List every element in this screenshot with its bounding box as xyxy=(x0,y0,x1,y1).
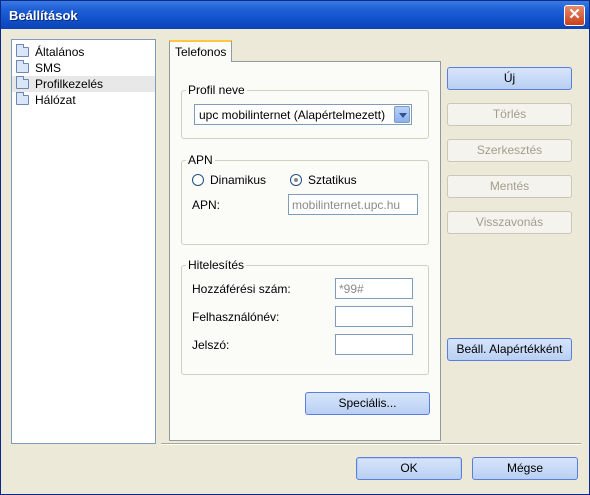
radio-button[interactable] xyxy=(290,174,302,186)
new-button[interactable]: Új xyxy=(447,67,572,90)
apn-group: APN Dinamikus Sztatikus APN: mobilintern… xyxy=(181,153,429,245)
group-title: Hitelesítés xyxy=(186,258,247,272)
password-label: Jelszó: xyxy=(192,338,230,352)
window-title: Beállítások xyxy=(9,8,78,23)
group-title: Profil neve xyxy=(186,83,247,97)
edit-button[interactable]: Szerkesztés xyxy=(447,139,572,162)
folder-icon xyxy=(16,60,29,73)
profile-name-group: Profil neve upc mobilinternet (Alapértel… xyxy=(181,83,429,139)
save-button[interactable]: Mentés xyxy=(447,175,572,198)
authentication-group: Hitelesítés Hozzáférési szám: *99# Felha… xyxy=(181,258,429,375)
access-number-value: *99# xyxy=(339,282,364,296)
access-number-label: Hozzáférési szám: xyxy=(192,282,291,296)
folder-icon xyxy=(16,92,29,105)
access-number-input[interactable]: *99# xyxy=(335,278,413,299)
folder-icon xyxy=(16,44,29,57)
group-title: APN xyxy=(186,153,215,167)
settings-category-tree[interactable]: Általános SMS Profilkezelés Hálózat xyxy=(11,39,156,444)
tree-item-label: Profilkezelés xyxy=(35,77,104,91)
tree-item-profile-management[interactable]: Profilkezelés xyxy=(12,76,155,92)
set-default-button[interactable]: Beáll. Alapértékként xyxy=(447,338,572,361)
title-bar[interactable]: Beállítások ✕ xyxy=(1,1,589,29)
folder-icon xyxy=(16,76,29,89)
password-input[interactable] xyxy=(335,334,413,355)
close-icon: ✕ xyxy=(568,6,581,23)
ok-button[interactable]: OK xyxy=(356,457,462,480)
tree-item-label: Hálózat xyxy=(35,93,76,107)
special-button[interactable]: Speciális... xyxy=(305,392,430,415)
tree-item-label: Általános xyxy=(35,45,85,59)
tab-telefonos[interactable]: Telefonos xyxy=(169,40,233,62)
undo-button[interactable]: Visszavonás xyxy=(447,211,572,234)
profile-select[interactable]: upc mobilinternet (Alapértelmezett) xyxy=(194,104,412,125)
tree-item-label: SMS xyxy=(35,61,62,75)
username-input[interactable] xyxy=(335,306,413,327)
divider xyxy=(161,443,581,445)
radio-button[interactable] xyxy=(192,174,204,186)
settings-window: Beállítások ✕ Általános SMS Profilkezelé… xyxy=(0,0,590,495)
tree-item-sms[interactable]: SMS xyxy=(16,60,61,76)
cancel-button[interactable]: Mégse xyxy=(472,457,578,480)
apn-input-value: mobilinternet.upc.hu xyxy=(292,198,401,212)
apn-field-label: APN: xyxy=(192,198,221,212)
tree-item-general[interactable]: Általános xyxy=(16,44,84,60)
tab-panel: Profil neve upc mobilinternet (Alapértel… xyxy=(169,61,441,441)
profile-select-value: upc mobilinternet (Alapértelmezett) xyxy=(199,108,386,122)
dynamic-radio[interactable]: Dinamikus xyxy=(192,173,266,187)
static-label: Sztatikus xyxy=(308,173,357,187)
delete-button[interactable]: Törlés xyxy=(447,103,572,126)
static-radio[interactable]: Sztatikus xyxy=(290,173,357,187)
chevron-down-icon[interactable] xyxy=(394,106,410,123)
tree-item-network[interactable]: Hálózat xyxy=(16,92,76,108)
close-button[interactable]: ✕ xyxy=(564,5,585,26)
apn-input[interactable]: mobilinternet.upc.hu xyxy=(288,194,418,215)
dynamic-label: Dinamikus xyxy=(210,173,267,187)
username-label: Felhasználónév: xyxy=(192,310,280,324)
